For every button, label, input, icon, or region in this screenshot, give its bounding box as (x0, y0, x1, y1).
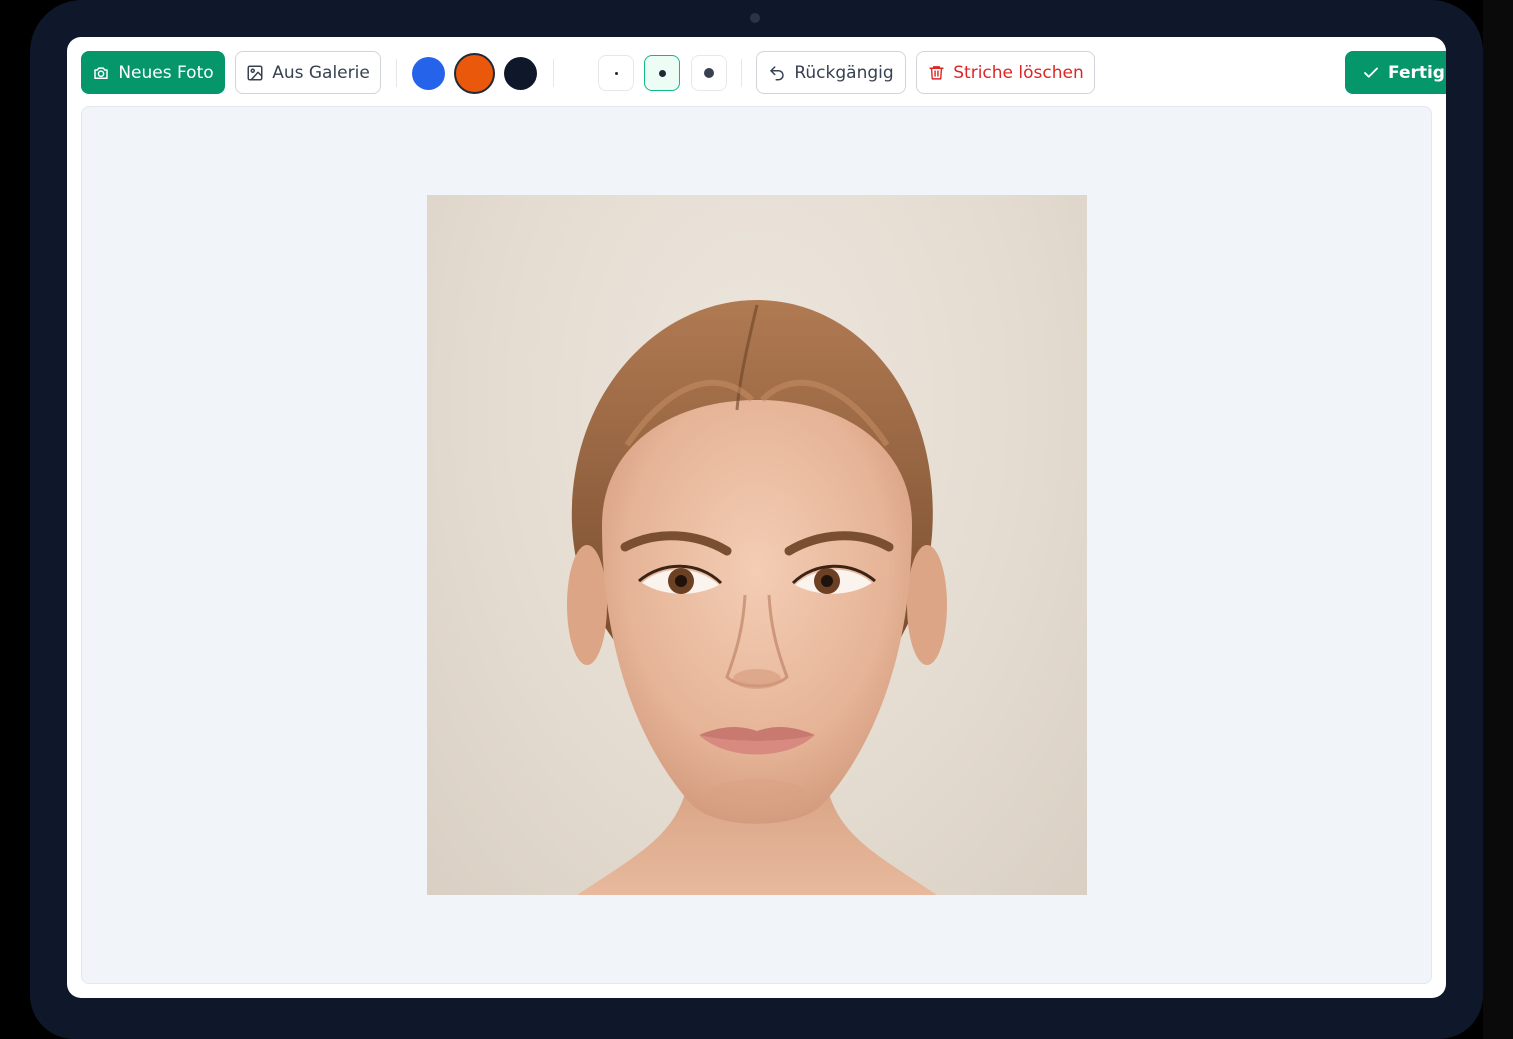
tablet-frame: Neues Foto Aus Galerie Rückgängig Strich… (30, 0, 1483, 1039)
screen: Neues Foto Aus Galerie Rückgängig Strich… (67, 37, 1446, 998)
brush-dot-medium (658, 69, 666, 77)
trash-icon (927, 64, 945, 82)
check-icon (1362, 64, 1380, 82)
done-label: Fertig (1388, 62, 1445, 83)
brush-size-medium[interactable] (644, 55, 680, 91)
toolbar-divider (741, 59, 742, 87)
camera-icon (92, 64, 110, 82)
portrait-illustration (567, 300, 947, 895)
new-photo-button[interactable]: Neues Foto (81, 51, 225, 94)
brush-dot-large (704, 68, 714, 78)
done-button[interactable]: Fertig (1345, 51, 1446, 94)
toolbar-divider (553, 59, 554, 87)
page-background (1483, 0, 1513, 1039)
toolbar: Neues Foto Aus Galerie Rückgängig Strich… (67, 37, 1446, 107)
gallery-button[interactable]: Aus Galerie (235, 51, 381, 94)
new-photo-label: Neues Foto (118, 62, 214, 83)
brush-size-small[interactable] (598, 55, 634, 91)
brush-size-large[interactable] (691, 55, 727, 91)
brush-dot-small (614, 71, 618, 75)
gallery-label: Aus Galerie (272, 62, 370, 83)
undo-icon (768, 64, 786, 82)
color-swatch-black[interactable] (504, 57, 537, 90)
color-swatch-orange[interactable] (454, 53, 495, 94)
undo-label: Rückgängig (794, 62, 894, 83)
image-icon (246, 64, 264, 82)
clear-strokes-label: Striche löschen (953, 62, 1084, 83)
clear-strokes-button[interactable]: Striche löschen (916, 51, 1095, 94)
portrait-photo[interactable] (427, 195, 1087, 895)
toolbar-divider (396, 59, 397, 87)
front-camera (750, 13, 760, 23)
undo-button[interactable]: Rückgängig (756, 51, 906, 94)
color-swatch-blue[interactable] (412, 57, 445, 90)
drawing-canvas[interactable] (81, 106, 1432, 984)
